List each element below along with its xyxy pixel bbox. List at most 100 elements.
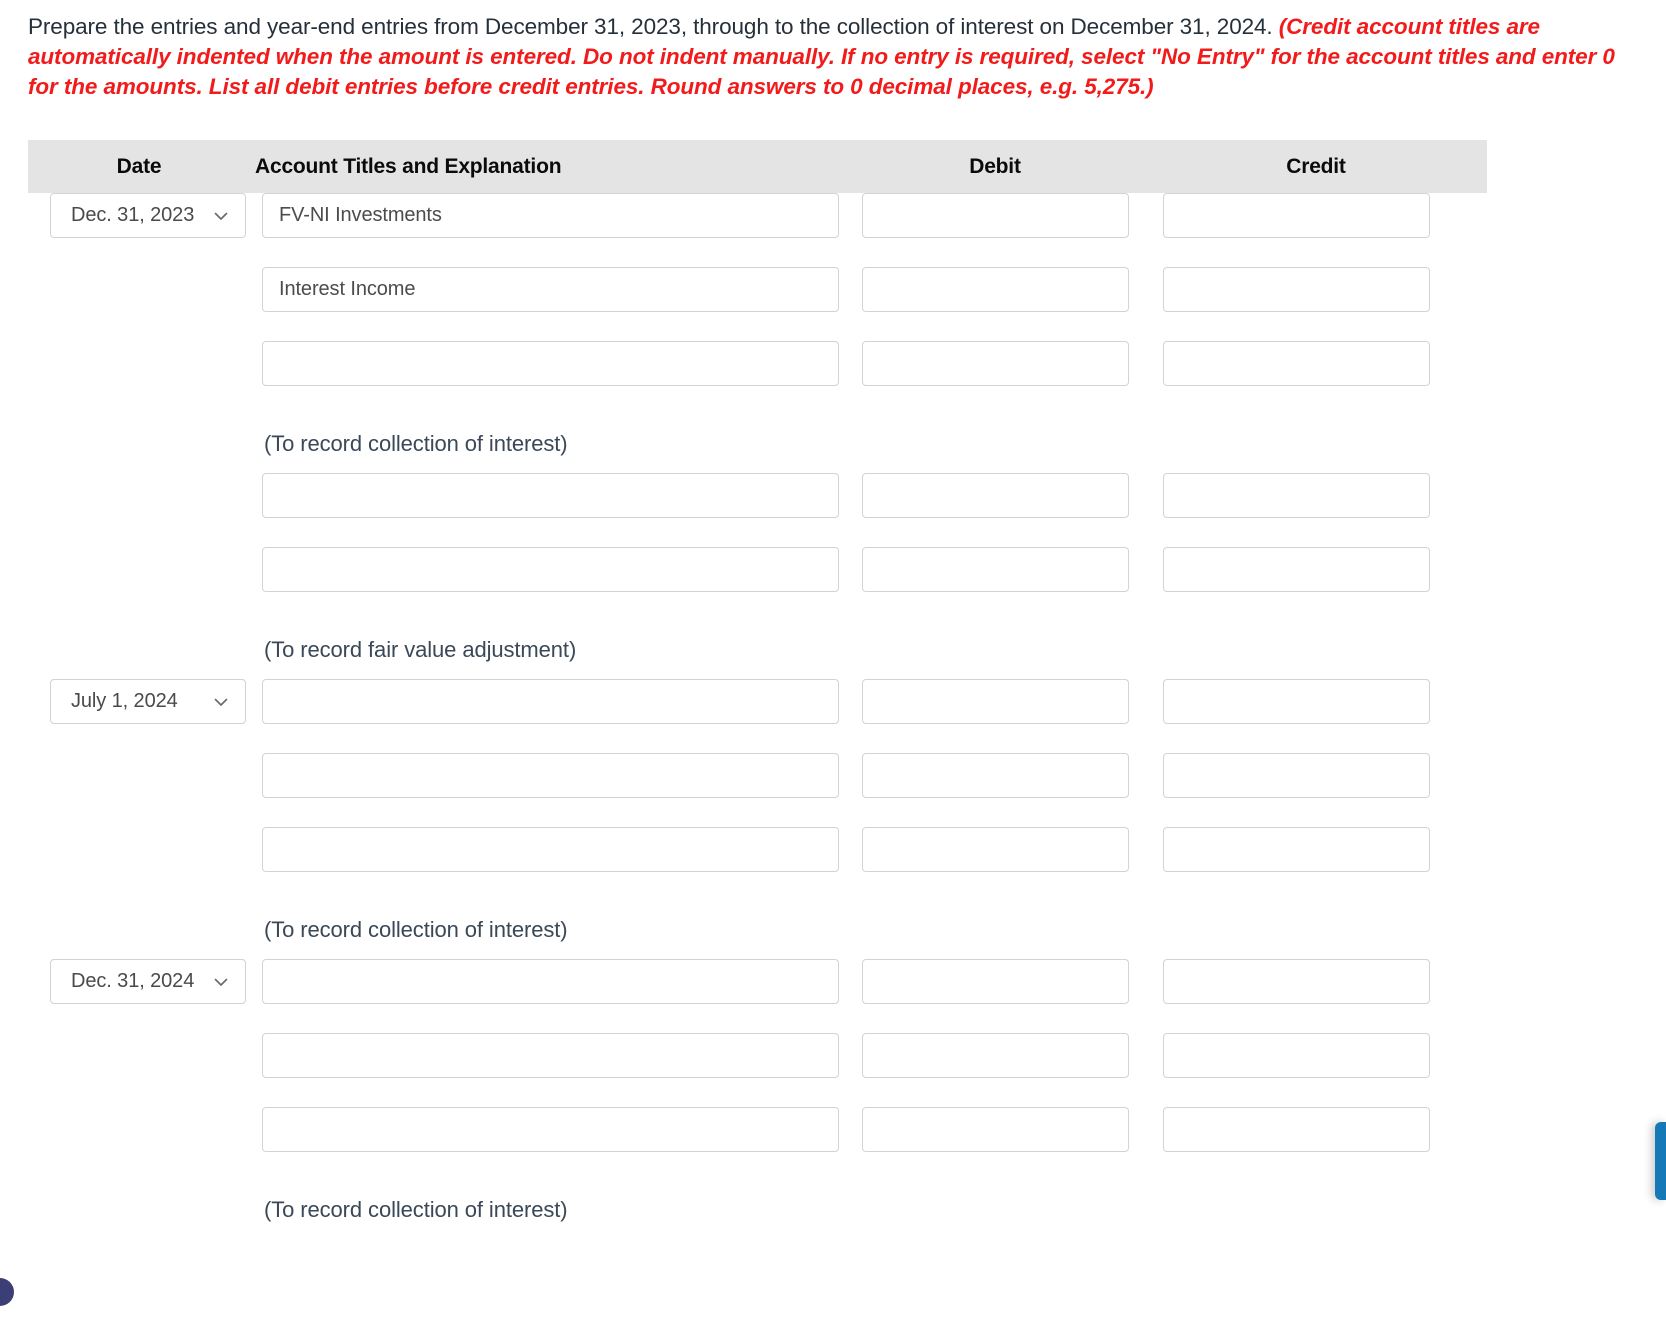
debit-input[interactable] [862,827,1129,872]
date-cell: July 1, 2024 [28,679,250,724]
table-row [28,1033,1487,1107]
credit-input[interactable] [1163,473,1430,518]
account-cell [250,267,845,312]
debit-cell [845,267,1145,312]
explanation-row: (To record collection of interest) [28,415,1487,473]
page-root: Prepare the entries and year-end entries… [0,0,1666,1322]
account-cell [250,473,845,518]
debit-cell [845,193,1145,238]
table-row [28,827,1487,901]
credit-cell [1145,1033,1487,1078]
chevron-down-icon [213,974,229,990]
credit-input[interactable] [1163,267,1430,312]
explanation-text: (To record collection of interest) [264,431,568,456]
debit-cell [845,341,1145,386]
account-title-input[interactable] [262,753,839,798]
credit-cell [1145,547,1487,592]
account-title-input[interactable] [262,473,839,518]
account-cell [250,1033,845,1078]
column-header-account: Account Titles and Explanation [255,154,562,178]
table-row [28,267,1487,341]
chevron-down-icon [213,694,229,710]
table-header-row: Date Account Titles and Explanation Debi… [28,140,1487,193]
credit-input[interactable] [1163,959,1430,1004]
date-select[interactable]: July 1, 2024 [50,679,246,724]
account-title-input[interactable] [262,959,839,1004]
debit-cell [845,1033,1145,1078]
explanation-row: (To record collection of interest) [28,901,1487,959]
debit-input[interactable] [862,753,1129,798]
instructions-block: Prepare the entries and year-end entries… [28,12,1640,102]
date-cell: Dec. 31, 2023 [28,193,250,238]
credit-cell [1145,1107,1487,1152]
credit-cell [1145,753,1487,798]
account-title-input[interactable] [262,547,839,592]
account-title-input[interactable] [262,1107,839,1152]
explanation-text: (To record collection of interest) [264,917,568,942]
credit-cell [1145,193,1487,238]
credit-input[interactable] [1163,193,1430,238]
explanation-text: (To record collection of interest) [264,1197,568,1222]
debit-input[interactable] [862,547,1129,592]
account-title-input[interactable] [262,827,839,872]
table-body: Dec. 31, 2023 (To record collection of in… [28,193,1487,1239]
account-cell [250,679,845,724]
credit-cell [1145,959,1487,1004]
account-cell [250,753,845,798]
debit-input[interactable] [862,193,1129,238]
account-cell [250,827,845,872]
account-title-input[interactable] [262,341,839,386]
column-header-date: Date [116,154,162,178]
table-row [28,341,1487,415]
debit-cell [845,679,1145,724]
credit-cell [1145,341,1487,386]
debit-input[interactable] [862,1033,1129,1078]
debit-cell [845,959,1145,1004]
journal-entry-table: Date Account Titles and Explanation Debi… [28,140,1487,1239]
debit-input[interactable] [862,1107,1129,1152]
table-row [28,1107,1487,1181]
explanation-row: (To record fair value adjustment) [28,621,1487,679]
date-select-value: Dec. 31, 2024 [71,970,195,992]
explanation-row: (To record collection of interest) [28,1181,1487,1239]
date-select-value: Dec. 31, 2023 [71,204,195,226]
table-row: Dec. 31, 2024 [28,959,1487,1033]
column-header-credit: Credit [1286,154,1346,178]
credit-input[interactable] [1163,341,1430,386]
account-cell [250,193,845,238]
credit-input[interactable] [1163,753,1430,798]
account-cell [250,1107,845,1152]
account-title-input[interactable] [262,1033,839,1078]
credit-input[interactable] [1163,1033,1430,1078]
date-cell: Dec. 31, 2024 [28,959,250,1004]
table-row [28,753,1487,827]
date-select[interactable]: Dec. 31, 2023 [50,193,246,238]
credit-input[interactable] [1163,679,1430,724]
date-select[interactable]: Dec. 31, 2024 [50,959,246,1004]
column-header-debit: Debit [969,154,1021,178]
credit-cell [1145,827,1487,872]
credit-input[interactable] [1163,827,1430,872]
credit-input[interactable] [1163,547,1430,592]
account-title-input[interactable] [262,193,839,238]
debit-input[interactable] [862,341,1129,386]
debit-input[interactable] [862,267,1129,312]
table-row [28,547,1487,621]
debit-cell [845,1107,1145,1152]
chevron-down-icon [213,208,229,224]
debit-input[interactable] [862,679,1129,724]
table-row: Dec. 31, 2023 [28,193,1487,267]
debit-input[interactable] [862,959,1129,1004]
explanation-text: (To record fair value adjustment) [264,637,577,662]
account-title-input[interactable] [262,679,839,724]
date-select-value: July 1, 2024 [71,690,178,712]
instructions-plain-text: Prepare the entries and year-end entries… [28,14,1279,39]
debit-input[interactable] [862,473,1129,518]
debit-cell [845,753,1145,798]
side-panel-tab[interactable] [1655,1122,1666,1200]
debit-cell [845,473,1145,518]
credit-cell [1145,679,1487,724]
account-title-input[interactable] [262,267,839,312]
credit-input[interactable] [1163,1107,1430,1152]
credit-cell [1145,267,1487,312]
